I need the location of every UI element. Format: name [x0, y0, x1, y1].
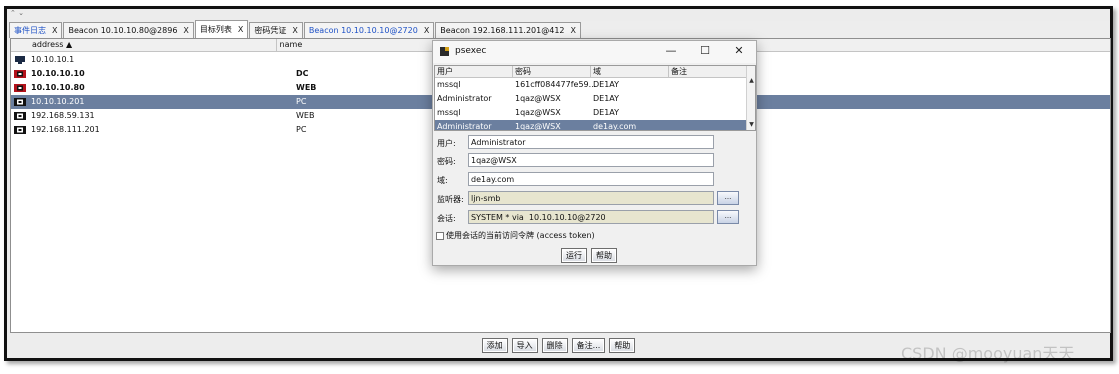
minimize-icon[interactable]: —	[654, 43, 688, 59]
credential-row-selected[interactable]: Administrator 1qaz@WSX de1ay.com	[435, 120, 747, 131]
delete-button[interactable]: 删除	[541, 338, 568, 353]
tab-label: Beacon 10.10.10.10@2720	[308, 26, 418, 35]
tab-beacon-10-10-10-10[interactable]: Beacon 10.10.10.10@2720 X	[303, 22, 435, 38]
psexec-dialog: psexec — ☐ ✕ 用户 密码 域 备注 mssql 161cff0844…	[432, 40, 757, 266]
close-icon[interactable]: ✕	[722, 43, 756, 59]
close-icon[interactable]: X	[424, 23, 429, 38]
tab-label: 目标列表	[199, 25, 232, 34]
scroll-down-icon[interactable]: ▼	[747, 120, 755, 129]
row-name: PC	[296, 97, 307, 106]
access-token-checkbox[interactable]	[436, 232, 444, 240]
credential-row[interactable]: Administrator 1qaz@WSX DE1AY	[435, 92, 747, 106]
cred-password: 1qaz@WSX	[515, 108, 561, 117]
close-icon[interactable]: X	[571, 23, 576, 38]
cred-domain: DE1AY	[593, 94, 620, 103]
dialog-help-button[interactable]: 帮助	[591, 248, 617, 263]
maximize-icon[interactable]: ☐	[688, 43, 722, 59]
tab-label: Beacon 192.168.111.201@412	[440, 26, 565, 35]
watermark: CSDN @mooyuan天天	[901, 344, 1075, 363]
windows-host-icon	[14, 98, 26, 106]
row-address: 10.10.10.80	[31, 83, 85, 92]
tab-label: 密码凭证	[254, 26, 287, 35]
tab-label: Beacon 10.10.10.80@2896	[68, 26, 178, 35]
close-icon[interactable]: X	[292, 23, 297, 38]
session-browse-button[interactable]: ...	[717, 210, 739, 224]
tab-event-log[interactable]: 事件日志 X	[9, 22, 63, 38]
column-header-note[interactable]: 备注	[669, 66, 747, 78]
credentials-header: 用户 密码 域 备注	[435, 66, 747, 78]
windows-host-icon	[14, 70, 26, 78]
dialog-title: psexec	[455, 46, 487, 56]
column-header-password[interactable]: 密码	[513, 66, 591, 78]
monitor-icon	[15, 56, 25, 64]
column-header-user[interactable]: 用户	[435, 66, 513, 78]
help-button[interactable]: 帮助	[609, 338, 636, 353]
password-field[interactable]	[468, 153, 714, 167]
row-address: 10.10.10.1	[31, 55, 75, 64]
row-address: 10.10.10.10	[31, 69, 85, 78]
credentials-body: mssql 161cff084477fe59... DE1AY Administ…	[435, 78, 747, 131]
row-address: 10.10.10.201	[31, 97, 85, 106]
row-name: WEB	[296, 83, 317, 92]
dialog-buttons: 运行 帮助	[561, 248, 617, 263]
close-icon[interactable]: X	[238, 22, 243, 37]
tab-label: 事件日志	[14, 26, 46, 35]
cred-password: 1qaz@WSX	[515, 94, 561, 103]
credential-row[interactable]: mssql 1qaz@WSX DE1AY	[435, 106, 747, 120]
windows-host-icon	[14, 84, 26, 92]
cred-password: 161cff084477fe59...	[515, 80, 597, 89]
cred-user: Administrator	[437, 94, 492, 103]
user-field[interactable]	[468, 135, 714, 149]
row-name: PC	[296, 125, 307, 134]
cred-domain: de1ay.com	[593, 122, 637, 131]
cred-domain: DE1AY	[593, 108, 620, 117]
credentials-scrollbar[interactable]: ▲ ▼	[746, 66, 755, 130]
note-button[interactable]: 备注...	[571, 338, 606, 353]
cred-user: Administrator	[437, 122, 492, 131]
cred-domain: DE1AY	[593, 80, 620, 89]
scroll-up-icon[interactable]: ▲	[747, 76, 755, 85]
dialog-titlebar[interactable]: psexec — ☐ ✕	[433, 41, 756, 63]
session-field[interactable]	[468, 210, 714, 224]
close-icon[interactable]: X	[52, 23, 57, 38]
close-icon[interactable]: X	[183, 23, 188, 38]
cred-password: 1qaz@WSX	[515, 122, 561, 131]
windows-host-icon	[14, 112, 26, 120]
tab-targets[interactable]: 目标列表 X	[194, 20, 249, 38]
listener-field[interactable]	[468, 191, 714, 205]
listener-browse-button[interactable]: ...	[717, 191, 739, 205]
access-token-label: 使用会话的当前访问令牌 (access token)	[446, 231, 595, 240]
domain-label: 域:	[437, 176, 448, 185]
credential-row[interactable]: mssql 161cff084477fe59... DE1AY	[435, 78, 747, 92]
tab-credentials[interactable]: 密码凭证 X	[249, 22, 303, 38]
cred-user: mssql	[437, 108, 461, 117]
listener-label: 监听器:	[437, 195, 464, 204]
password-label: 密码:	[437, 157, 456, 166]
cred-user: mssql	[437, 80, 461, 89]
row-name: WEB	[296, 111, 315, 120]
user-label: 用户:	[437, 139, 456, 148]
tab-bar: 事件日志 X Beacon 10.10.10.80@2896 X 目标列表 X …	[9, 20, 582, 38]
column-header-domain[interactable]: 域	[591, 66, 669, 78]
app-icon	[440, 47, 449, 56]
import-button[interactable]: 导入	[511, 338, 538, 353]
column-header-address[interactable]: address ▲	[11, 39, 277, 52]
windows-host-icon	[14, 126, 26, 134]
row-name: DC	[296, 69, 309, 78]
row-address: 192.168.111.201	[31, 125, 100, 134]
credentials-table: 用户 密码 域 备注 mssql 161cff084477fe59... DE1…	[434, 65, 756, 131]
session-label: 会话:	[437, 214, 456, 223]
row-address: 192.168.59.131	[31, 111, 95, 120]
tab-beacon-192-168-111-201[interactable]: Beacon 192.168.111.201@412 X	[435, 22, 581, 38]
tab-beacon-10-10-10-80[interactable]: Beacon 10.10.10.80@2896 X	[63, 22, 194, 38]
add-button[interactable]: 添加	[481, 338, 508, 353]
run-button[interactable]: 运行	[561, 248, 587, 263]
domain-field[interactable]	[468, 172, 714, 186]
